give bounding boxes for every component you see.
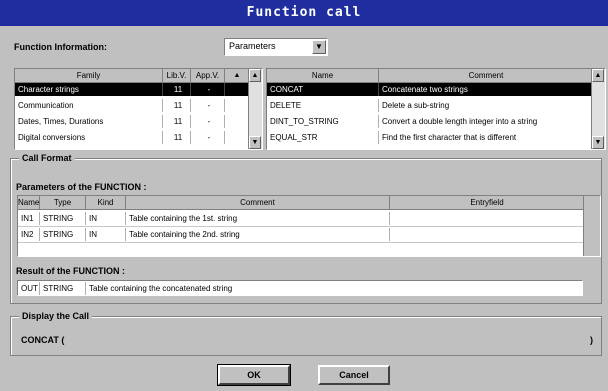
result-comment: Table containing the concatenated string (89, 284, 233, 293)
table-row[interactable]: IN1 STRING IN Table containing the 1st. … (18, 212, 583, 225)
list-item[interactable]: Dates, Times, Durations 11 - (15, 115, 249, 128)
param-name: IN1 (18, 212, 40, 225)
col-header-app-version[interactable]: App.V. (191, 69, 225, 83)
cancel-button[interactable]: Cancel (318, 365, 390, 385)
param-type: STRING (40, 212, 86, 225)
app-version: - (191, 131, 225, 144)
sort-icon[interactable]: ▲ (225, 69, 250, 83)
col-header-family[interactable]: Family (15, 69, 163, 83)
families-table[interactable]: Family Lib.V. App.V. ▲ Character strings… (14, 68, 263, 150)
param-comment: Table containing the 2nd. string (126, 228, 390, 241)
display-call-group: Display the Call CONCAT ( ) (10, 311, 602, 356)
function-info-dropdown[interactable]: Parameters ▼ (224, 38, 328, 56)
col-header-name[interactable]: Name (267, 69, 379, 83)
param-entryfield[interactable] (390, 212, 583, 225)
col-header-param-name[interactable]: Name (18, 196, 40, 210)
app-version: - (191, 115, 225, 128)
dropdown-value: Parameters (229, 41, 276, 51)
functions-table[interactable]: Name Comment CONCAT Concatenate two stri… (266, 68, 606, 150)
call-preview-close: ) (590, 335, 593, 345)
list-item[interactable]: EQUAL_STR Find the first character that … (267, 131, 592, 144)
list-item[interactable]: Digital conversions 11 - (15, 131, 249, 144)
col-header-entryfield[interactable]: Entryfield (390, 196, 585, 210)
call-format-title: Call Format (19, 153, 75, 163)
family-name: Communication (15, 99, 163, 112)
function-name: DELETE (267, 99, 379, 112)
param-type: STRING (40, 228, 86, 241)
col-header-param-comment[interactable]: Comment (126, 196, 390, 210)
lib-version: 11 (163, 83, 191, 96)
window-title: Function call (0, 0, 608, 26)
display-call-title: Display the Call (19, 311, 93, 321)
result-name: OUT (18, 282, 40, 295)
col-header-param-kind[interactable]: Kind (86, 196, 126, 210)
ok-button[interactable]: OK (217, 364, 291, 386)
result-type: STRING (40, 282, 86, 295)
lib-version: 11 (163, 131, 191, 144)
scroll-down-icon[interactable]: ▼ (592, 136, 604, 149)
param-entryfield[interactable] (390, 228, 583, 241)
col-header-comment[interactable]: Comment (379, 69, 594, 83)
result-row[interactable]: OUT STRING Table containing the concaten… (17, 280, 583, 296)
params-label: Parameters of the FUNCTION : (16, 182, 147, 192)
param-kind: IN (86, 228, 126, 241)
list-item[interactable]: Character strings 11 - (15, 83, 249, 96)
col-header-lib-version[interactable]: Lib.V. (163, 69, 191, 83)
function-name: DINT_TO_STRING (267, 115, 379, 128)
app-version: - (191, 99, 225, 112)
function-comment: Convert a double length integer into a s… (379, 115, 592, 128)
scroll-up-icon[interactable]: ▲ (249, 69, 261, 82)
functions-scrollbar[interactable]: ▲ ▼ (591, 69, 605, 149)
families-scrollbar[interactable]: ▲ ▼ (248, 69, 262, 149)
list-item[interactable]: CONCAT Concatenate two strings (267, 83, 592, 96)
app-version: - (191, 83, 225, 96)
call-preview-text: CONCAT ( (21, 335, 65, 345)
result-label: Result of the FUNCTION : (16, 266, 125, 276)
lib-version: 11 (163, 115, 191, 128)
param-comment: Table containing the 1st. string (126, 212, 390, 225)
list-item[interactable]: DINT_TO_STRING Convert a double length i… (267, 115, 592, 128)
scroll-up-icon[interactable]: ▲ (592, 69, 604, 82)
parameters-table[interactable]: Name Type Kind Comment Entryfield IN1 ST… (17, 195, 601, 257)
param-kind: IN (86, 212, 126, 225)
chevron-down-icon[interactable]: ▼ (312, 40, 326, 54)
scroll-down-icon[interactable]: ▼ (249, 136, 261, 149)
function-name: CONCAT (267, 83, 379, 96)
family-name: Digital conversions (15, 131, 163, 144)
lib-version: 11 (163, 99, 191, 112)
function-info-label: Function Information: (14, 42, 107, 52)
list-item[interactable]: DELETE Delete a sub-string (267, 99, 592, 112)
table-row[interactable]: IN2 STRING IN Table containing the 2nd. … (18, 228, 583, 241)
family-name: Dates, Times, Durations (15, 115, 163, 128)
function-comment: Concatenate two strings (379, 83, 592, 96)
parameters-scrollbar[interactable] (583, 196, 600, 256)
col-header-param-type[interactable]: Type (40, 196, 86, 210)
list-item[interactable]: Communication 11 - (15, 99, 249, 112)
function-name: EQUAL_STR (267, 131, 379, 144)
family-name: Character strings (15, 83, 163, 96)
function-comment: Find the first character that is differe… (379, 131, 592, 144)
function-comment: Delete a sub-string (379, 99, 592, 112)
param-name: IN2 (18, 228, 40, 241)
